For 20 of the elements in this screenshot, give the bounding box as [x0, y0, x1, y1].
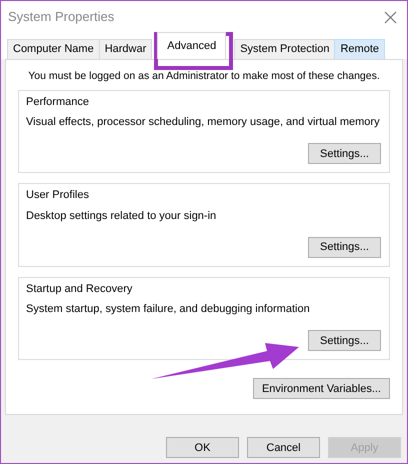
settings-button[interactable]: Settings... — [308, 143, 381, 164]
group-description: Desktop settings related to your sign-in — [26, 208, 218, 223]
settings-button[interactable]: Settings... — [308, 236, 381, 258]
tab[interactable]: Advanced — [157, 32, 226, 59]
close-button[interactable] — [382, 8, 399, 26]
group-description: System startup, system failure, and debugging information — [26, 302, 311, 316]
tab[interactable]: Remote — [334, 39, 386, 59]
tab[interactable]: System Protection — [234, 39, 336, 59]
notice-text: You must be logged on as an Administrator to make most of these changes. — [27, 70, 381, 84]
dialog-button[interactable]: Cancel — [247, 437, 320, 458]
settings-button[interactable]: Settings... — [308, 330, 381, 352]
tab[interactable]: Hardwar — [98, 39, 152, 59]
group-description: Visual effects, processor scheduling, memory usage, and virtual memory — [26, 114, 381, 130]
environment-variables-button[interactable]: Environment Variables... — [252, 378, 390, 400]
group-title: User Profiles — [26, 188, 90, 203]
dialog-button[interactable]: OK — [166, 437, 239, 458]
group-title: Startup and Recovery — [26, 282, 134, 296]
window-title: System Properties — [8, 8, 114, 26]
group-title: Performance — [26, 94, 90, 109]
tab[interactable]: Computer Name — [7, 39, 100, 59]
